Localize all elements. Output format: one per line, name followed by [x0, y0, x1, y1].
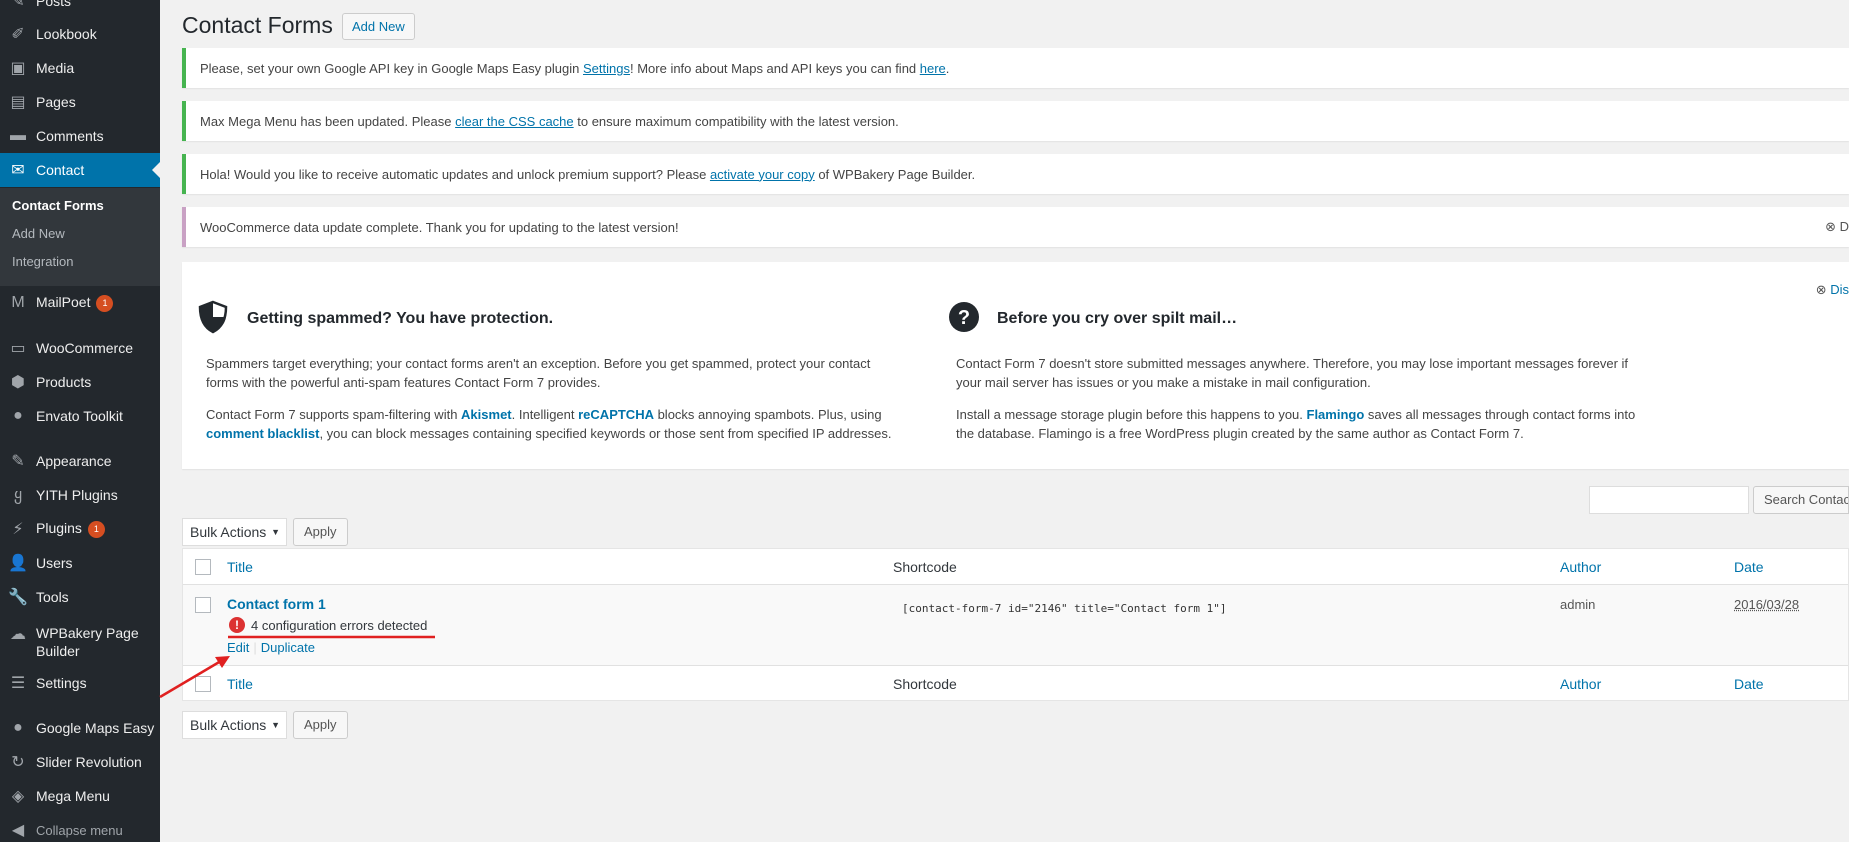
annotation-arrow-line [159, 656, 227, 699]
annotation-overlay [159, 635, 435, 699]
